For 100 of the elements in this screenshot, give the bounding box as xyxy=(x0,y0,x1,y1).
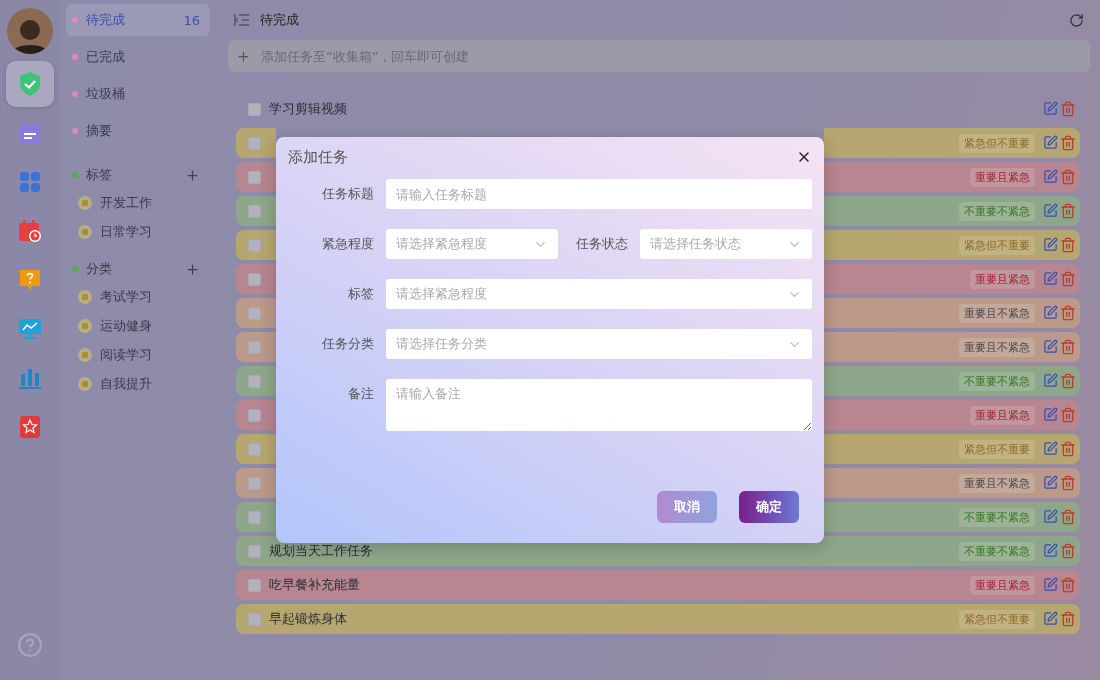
edit-icon[interactable] xyxy=(1043,339,1058,354)
trash-icon[interactable] xyxy=(1060,373,1076,389)
task-row[interactable] xyxy=(236,332,276,362)
select-field[interactable]: 请选择紧急程度 xyxy=(386,279,812,309)
task-row[interactable]: 不重要不紧急 xyxy=(824,196,1080,226)
edit-icon[interactable] xyxy=(1043,135,1058,150)
trash-icon[interactable] xyxy=(1060,509,1076,525)
checkbox[interactable] xyxy=(248,102,261,116)
menu-fold-icon[interactable] xyxy=(234,13,250,27)
trash-icon[interactable] xyxy=(1060,203,1076,219)
task-row[interactable] xyxy=(236,502,276,532)
trash-icon[interactable] xyxy=(1060,577,1076,593)
confirm-button[interactable]: 确定 xyxy=(739,491,799,523)
trash-icon[interactable] xyxy=(1060,305,1076,321)
task-row[interactable]: 重要且不紧急 xyxy=(824,332,1080,362)
edit-icon[interactable] xyxy=(1043,101,1058,116)
task-row[interactable]: 重要且不紧急 xyxy=(824,298,1080,328)
nav-item[interactable]: 阅读学习 xyxy=(66,340,210,369)
trash-icon[interactable] xyxy=(1060,611,1076,627)
textarea-field[interactable]: 请输入备注 xyxy=(386,379,812,431)
task-row[interactable]: 紧急但不重要 xyxy=(824,128,1080,158)
trash-icon[interactable] xyxy=(1060,441,1076,457)
checkbox[interactable] xyxy=(248,238,261,252)
edit-icon[interactable] xyxy=(1043,441,1058,456)
checkbox[interactable] xyxy=(248,442,261,456)
edit-icon[interactable] xyxy=(1043,577,1058,592)
edit-icon[interactable] xyxy=(1043,169,1058,184)
edit-icon[interactable] xyxy=(1043,509,1058,524)
task-row[interactable]: 重要且不紧急 xyxy=(824,468,1080,498)
trash-icon[interactable] xyxy=(1060,271,1076,287)
trash-icon[interactable] xyxy=(1060,475,1076,491)
nav-item[interactable]: 自我提升 xyxy=(66,369,210,398)
checkbox[interactable] xyxy=(248,510,261,524)
task-row[interactable] xyxy=(236,400,276,430)
task-row[interactable] xyxy=(236,196,276,226)
checkbox[interactable] xyxy=(248,170,261,184)
task-row[interactable]: 重要且紧急 xyxy=(824,400,1080,430)
edit-icon[interactable] xyxy=(1043,407,1058,422)
edit-icon[interactable] xyxy=(1043,203,1058,218)
nav-item[interactable]: 开发工作 xyxy=(66,188,210,217)
trash-icon[interactable] xyxy=(1060,407,1076,423)
input-field[interactable]: 请输入任务标题 xyxy=(386,179,812,209)
edit-icon[interactable] xyxy=(1043,271,1058,286)
trash-icon[interactable] xyxy=(1060,169,1076,185)
task-row[interactable] xyxy=(236,298,276,328)
checkbox[interactable] xyxy=(248,408,261,422)
nav-item[interactable]: 考试学习 xyxy=(66,282,210,311)
checkbox[interactable] xyxy=(248,340,261,354)
trash-icon[interactable] xyxy=(1060,101,1076,117)
task-row[interactable]: 重要且紧急 xyxy=(824,162,1080,192)
edit-icon[interactable] xyxy=(1043,543,1058,558)
task-row[interactable] xyxy=(236,264,276,294)
task-row[interactable]: 早起锻炼身体 紧急但不重要 xyxy=(236,604,1080,634)
refresh-icon[interactable] xyxy=(1069,12,1084,28)
add-icon[interactable] xyxy=(185,261,200,277)
edit-icon[interactable] xyxy=(1043,611,1058,626)
task-row[interactable]: 学习剪辑视频 xyxy=(236,94,1080,124)
checkbox[interactable] xyxy=(248,544,261,558)
edit-icon[interactable] xyxy=(1043,237,1058,252)
select-field[interactable]: 请选择任务状态 xyxy=(640,229,812,259)
checkbox[interactable] xyxy=(248,374,261,388)
task-row[interactable] xyxy=(236,128,276,158)
edit-icon[interactable] xyxy=(1043,373,1058,388)
task-row[interactable]: 紧急但不重要 xyxy=(824,434,1080,464)
checkbox[interactable] xyxy=(248,136,261,150)
checkbox[interactable] xyxy=(248,476,261,490)
edit-icon[interactable] xyxy=(1043,475,1058,490)
avatar[interactable] xyxy=(7,8,53,54)
nav-item[interactable]: 已完成 xyxy=(66,41,210,73)
nav-item[interactable]: 摘要 xyxy=(66,115,210,147)
task-row[interactable]: 吃早餐补充能量 重要且紧急 xyxy=(236,570,1080,600)
select-field[interactable]: 请选择紧急程度 xyxy=(386,229,558,259)
help-icon[interactable] xyxy=(17,632,43,658)
trash-icon[interactable] xyxy=(1060,135,1076,151)
task-row[interactable] xyxy=(236,468,276,498)
task-row[interactable] xyxy=(236,230,276,260)
nav-item[interactable]: 垃圾桶 xyxy=(66,78,210,110)
select-field[interactable]: 请选择任务分类 xyxy=(386,329,812,359)
checkbox[interactable] xyxy=(248,306,261,320)
task-row[interactable] xyxy=(236,366,276,396)
nav-item[interactable]: 日常学习 xyxy=(66,217,210,246)
task-row[interactable] xyxy=(236,162,276,192)
task-row[interactable]: 紧急但不重要 xyxy=(824,230,1080,260)
trash-icon[interactable] xyxy=(1060,543,1076,559)
task-row[interactable]: 不重要不紧急 xyxy=(824,502,1080,532)
task-row[interactable]: 重要且紧急 xyxy=(824,264,1080,294)
checkbox[interactable] xyxy=(248,578,261,592)
edit-icon[interactable] xyxy=(1043,305,1058,320)
sidebar-tab[interactable] xyxy=(6,61,54,107)
nav-item[interactable]: 运动健身 xyxy=(66,311,210,340)
nav-item[interactable]: 待完成 16 xyxy=(66,4,210,36)
task-row[interactable] xyxy=(236,434,276,464)
checkbox[interactable] xyxy=(248,204,261,218)
task-row[interactable]: 不重要不紧急 xyxy=(824,366,1080,396)
cancel-button[interactable]: 取消 xyxy=(657,491,717,523)
checkbox[interactable] xyxy=(248,272,261,286)
add-icon[interactable] xyxy=(185,167,200,183)
trash-icon[interactable] xyxy=(1060,237,1076,253)
trash-icon[interactable] xyxy=(1060,339,1076,355)
checkbox[interactable] xyxy=(248,612,261,626)
